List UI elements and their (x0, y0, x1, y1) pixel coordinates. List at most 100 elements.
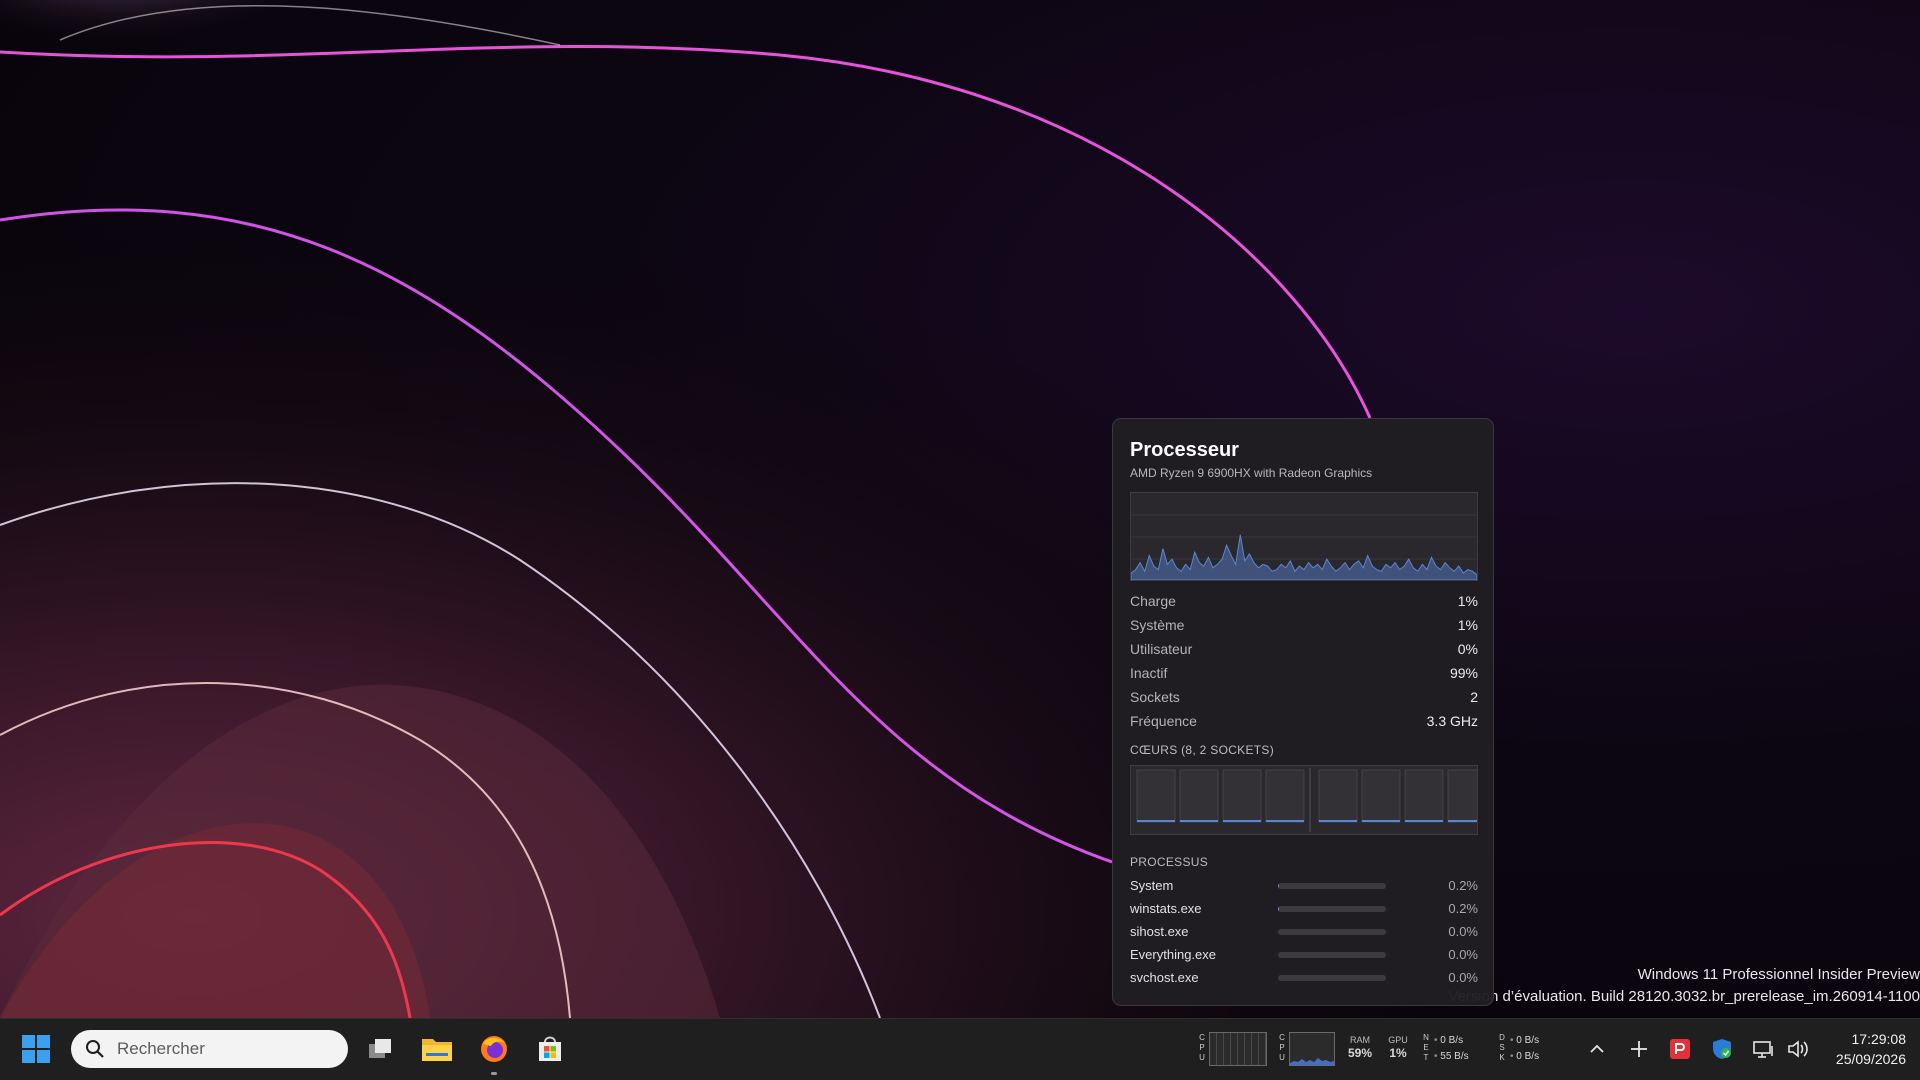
core-load-bar (1448, 820, 1486, 822)
red-app-icon[interactable] (1666, 1035, 1694, 1063)
stat-label: Charge (1130, 593, 1176, 609)
gpu-mini-monitor[interactable]: GPU 1% (1386, 1031, 1410, 1067)
core-load-bar (1180, 820, 1218, 822)
stat-row: Inactif 99% (1130, 661, 1478, 685)
core-load-bar (1319, 820, 1357, 822)
search-icon (86, 1040, 104, 1058)
ram-value: 59% (1347, 1046, 1373, 1060)
cpu-mini-monitor[interactable]: C P U (1198, 1031, 1268, 1067)
core-cell (1136, 769, 1176, 823)
process-name: svchost.exe (1130, 970, 1199, 985)
stat-row: Système 1% (1130, 613, 1478, 637)
stat-row: Utilisateur 0% (1130, 637, 1478, 661)
stat-label: Système (1130, 617, 1185, 633)
cpu-stats: Charge 1% Système 1% Utilisateur 0% Inactif… (1130, 589, 1478, 733)
wallpaper (0, 0, 1920, 1018)
process-value: 0.0% (1448, 924, 1478, 939)
process-row[interactable]: System 0.2% (1130, 874, 1478, 897)
desktop: Windows 11 Professionnel Insider Preview… (0, 0, 1920, 1018)
core-cell (1222, 769, 1262, 823)
disk-read-value: • 0 B/s (1510, 1035, 1540, 1046)
net-down-value: • 0 B/s (1434, 1035, 1464, 1046)
stat-value: 2 (1470, 689, 1478, 705)
process-row[interactable]: winstats.exe 0.2% (1130, 897, 1478, 920)
stat-row: Sockets 2 (1130, 685, 1478, 709)
process-bar (1278, 883, 1386, 889)
stat-value: 0% (1457, 641, 1478, 657)
process-value: 0.0% (1448, 970, 1478, 985)
cpu-mini-letter: U (1199, 1053, 1205, 1062)
cpu-history-mini-monitor[interactable]: C P U (1278, 1031, 1335, 1067)
core-cell (1404, 769, 1444, 823)
cpu-model: AMD Ryzen 9 6900HX with Radeon Graphics (1130, 466, 1373, 480)
security-shield-icon[interactable] (1708, 1035, 1736, 1063)
clock-time: 17:29:08 (1851, 1031, 1907, 1047)
net-letter: N (1423, 1033, 1429, 1042)
process-row[interactable]: sihost.exe 0.0% (1130, 920, 1478, 943)
process-row[interactable]: Everything.exe 0.0% (1130, 943, 1478, 966)
core-cell (1361, 769, 1401, 823)
process-bar (1278, 929, 1386, 935)
cpu-usage-graph-svg (1130, 514, 1478, 581)
running-indicator (491, 1072, 497, 1075)
cores-section-title: CŒURS (8, 2 SOCKETS) (1130, 743, 1275, 757)
core-load-bar (1223, 820, 1261, 822)
core-cell (1318, 769, 1358, 823)
widget-title: Processeur (1130, 439, 1239, 461)
os-watermark: Windows 11 Professionnel Insider Preview… (1448, 964, 1920, 1008)
search-placeholder: Rechercher (117, 1039, 205, 1058)
net-letter: E (1423, 1043, 1429, 1052)
process-name: sihost.exe (1130, 924, 1189, 939)
clock-date: 25/09/2026 (1835, 1051, 1906, 1067)
watermark-line-2: Version d’évaluation. Build 28120.3032.b… (1448, 988, 1920, 1005)
cpu-usage-graph (1130, 492, 1478, 581)
core-load-bar (1137, 820, 1175, 822)
chevron-up-icon[interactable] (1583, 1035, 1611, 1063)
disk-letter: K (1499, 1053, 1505, 1062)
watermark-line-1: Windows 11 Professionnel Insider Preview (1637, 966, 1920, 983)
cpu-mini-letter: P (1199, 1043, 1205, 1052)
net-down: 0 B/s (1440, 1035, 1464, 1046)
net-letter: T (1423, 1053, 1429, 1062)
ram-mini-monitor[interactable]: RAM 59% (1342, 1031, 1378, 1067)
process-list: System 0.2% winstats.exe 0.2% sihost.exe 0.… (1130, 874, 1478, 989)
core-load-bar (1405, 820, 1443, 822)
microsoft-store-icon[interactable] (532, 1031, 568, 1067)
cpu-history-area (1130, 534, 1478, 581)
core-load-bar (1362, 820, 1400, 822)
cores-graph (1130, 765, 1487, 835)
core-cell (1179, 769, 1219, 823)
stat-label: Utilisateur (1130, 641, 1193, 657)
clock[interactable]: 17:29:08 25/09/2026 (1836, 1029, 1906, 1069)
stat-value: 1% (1457, 593, 1478, 609)
search-box[interactable]: Rechercher (71, 1030, 348, 1068)
crosshair-icon[interactable] (1625, 1035, 1653, 1063)
disk-write: 0 B/s (1516, 1051, 1540, 1062)
windows-start-icon[interactable] (18, 1031, 54, 1067)
process-name: winstats.exe (1130, 901, 1202, 916)
disk-letter: D (1499, 1033, 1505, 1042)
disk-read: 0 B/s (1516, 1035, 1540, 1046)
process-row[interactable]: svchost.exe 0.0% (1130, 966, 1478, 989)
network-icon[interactable] (1749, 1035, 1777, 1063)
firefox-icon[interactable] (476, 1031, 512, 1075)
task-view-icon[interactable] (363, 1031, 399, 1067)
volume-icon[interactable] (1784, 1035, 1812, 1063)
cpu-history-mini-graph (1289, 1032, 1335, 1066)
disk-write-value: • 0 B/s (1510, 1051, 1540, 1062)
process-bar (1278, 975, 1386, 981)
cpu-mini-letter: P (1279, 1043, 1285, 1052)
processes-section-title: PROCESSUS (1130, 855, 1209, 869)
file-explorer-icon[interactable] (419, 1031, 455, 1067)
stat-value: 3.3 GHz (1426, 713, 1478, 729)
stat-value: 1% (1457, 617, 1478, 633)
network-mini-monitor[interactable]: N E T • 0 B/s • 55 B/s (1422, 1031, 1482, 1067)
disk-mini-monitor[interactable]: D S K • 0 B/s • 0 B/s (1498, 1031, 1558, 1067)
gpu-value: 1% (1389, 1046, 1407, 1060)
gpu-label: GPU (1388, 1035, 1408, 1045)
cpu-widget: Processeur AMD Ryzen 9 6900HX with Radeo… (1112, 418, 1494, 1006)
process-bar (1278, 906, 1386, 912)
process-value: 0.2% (1448, 901, 1478, 916)
stat-label: Inactif (1130, 665, 1168, 681)
stat-value: 99% (1449, 665, 1478, 681)
